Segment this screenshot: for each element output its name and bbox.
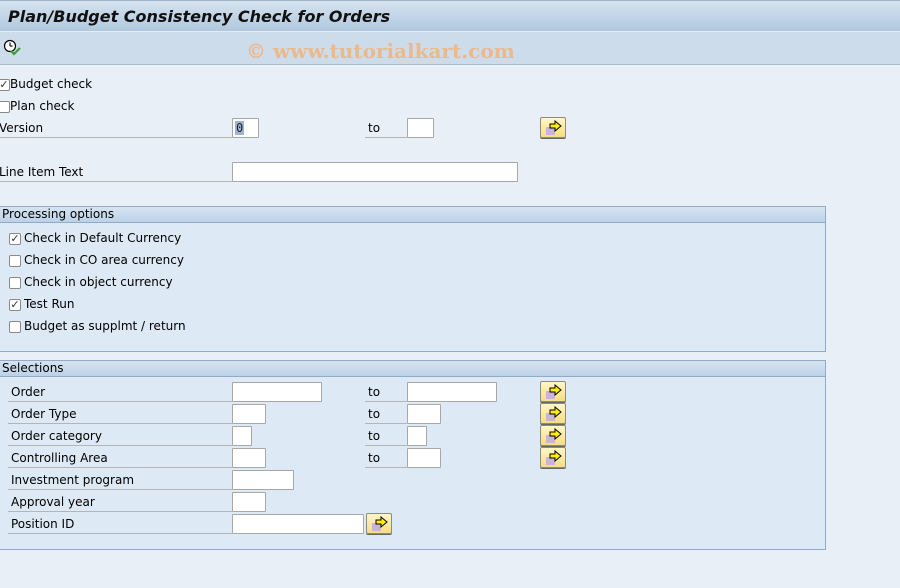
order-to-label: to xyxy=(368,385,381,399)
watermark: © www.tutorialkart.com xyxy=(246,39,515,63)
investment-program-label: Investment program xyxy=(11,473,135,487)
order-category-to-underline xyxy=(365,445,407,446)
selections-title: Selections xyxy=(2,361,64,375)
version-to-underline xyxy=(365,137,407,138)
order-type-to-label: to xyxy=(368,407,381,421)
version-from-field[interactable]: 0 xyxy=(232,118,259,138)
order-multiple-selection-button[interactable] xyxy=(540,381,566,402)
controlling-area-from-field[interactable] xyxy=(232,448,266,468)
order-from-field[interactable] xyxy=(232,382,322,402)
page-title: Plan/Budget Consistency Check for Orders xyxy=(8,7,391,26)
checkmark-icon: ✓ xyxy=(10,298,20,311)
co-area-currency-checkbox[interactable] xyxy=(9,255,21,267)
object-currency-label: Check in object currency xyxy=(24,275,173,289)
order-type-label: Order Type xyxy=(11,407,77,421)
processing-options-title: Processing options xyxy=(2,207,115,221)
approval-year-field[interactable] xyxy=(232,492,266,512)
controlling-area-to-label: to xyxy=(368,451,381,465)
multiple-selection-arrow-icon xyxy=(546,384,562,399)
order-type-from-field[interactable] xyxy=(232,404,266,424)
test-run-label: Test Run xyxy=(24,297,75,311)
investment-program-field[interactable] xyxy=(232,470,294,490)
multiple-selection-arrow-icon xyxy=(546,406,562,421)
order-underline xyxy=(8,401,232,402)
order-type-underline xyxy=(8,423,232,424)
multiple-selection-arrow-icon xyxy=(546,428,562,443)
position-id-field[interactable] xyxy=(232,514,364,534)
processing-options-header: Processing options xyxy=(0,207,825,223)
order-category-multiple-selection-button[interactable] xyxy=(540,425,566,446)
approval-year-label: Approval year xyxy=(11,495,95,509)
object-currency-checkbox[interactable] xyxy=(9,277,21,289)
position-id-label: Position ID xyxy=(11,517,75,531)
line-item-text-underline xyxy=(0,181,232,182)
title-bar: Plan/Budget Consistency Check for Orders xyxy=(0,0,900,32)
order-to-field[interactable] xyxy=(407,382,497,402)
investment-program-underline xyxy=(8,489,232,490)
plan-check-checkbox[interactable] xyxy=(0,101,10,113)
controlling-area-to-field[interactable] xyxy=(407,448,441,468)
controlling-area-underline xyxy=(8,467,232,468)
test-run-checkbox[interactable]: ✓ xyxy=(9,299,21,311)
order-type-multiple-selection-button[interactable] xyxy=(540,403,566,424)
selections-header: Selections xyxy=(0,361,825,377)
version-to-field[interactable] xyxy=(407,118,434,138)
line-item-text-label: Line Item Text xyxy=(0,165,84,179)
order-category-from-field[interactable] xyxy=(232,426,252,446)
order-to-underline xyxy=(365,401,407,402)
plan-check-label: Plan check xyxy=(10,99,75,113)
order-category-to-label: to xyxy=(368,429,381,443)
execute-clock-check-icon[interactable] xyxy=(3,38,21,56)
order-category-underline xyxy=(8,445,232,446)
line-item-text-field[interactable] xyxy=(232,162,518,182)
budget-supplement-label: Budget as supplmt / return xyxy=(24,319,186,333)
checkmark-icon: ✓ xyxy=(0,78,9,91)
version-underline xyxy=(0,137,232,138)
version-from-value: 0 xyxy=(235,121,245,135)
controlling-area-to-underline xyxy=(365,467,407,468)
approval-year-underline xyxy=(8,511,232,512)
version-multiple-selection-button[interactable] xyxy=(540,117,566,138)
order-category-label: Order category xyxy=(11,429,102,443)
position-id-underline xyxy=(8,533,232,534)
multiple-selection-arrow-icon xyxy=(546,120,562,135)
budget-check-checkbox[interactable]: ✓ xyxy=(0,79,10,91)
position-id-multiple-selection-button[interactable] xyxy=(366,513,392,534)
multiple-selection-arrow-icon xyxy=(546,450,562,465)
controlling-area-multiple-selection-button[interactable] xyxy=(540,447,566,468)
application-toolbar: © www.tutorialkart.com xyxy=(0,32,900,65)
co-area-currency-label: Check in CO area currency xyxy=(24,253,184,267)
order-type-to-field[interactable] xyxy=(407,404,441,424)
checkmark-icon: ✓ xyxy=(10,232,20,245)
default-currency-checkbox[interactable]: ✓ xyxy=(9,233,21,245)
version-to-label: to xyxy=(368,121,381,135)
budget-check-label: Budget check xyxy=(10,77,93,91)
multiple-selection-arrow-icon xyxy=(372,516,388,531)
order-label: Order xyxy=(11,385,46,399)
default-currency-label: Check in Default Currency xyxy=(24,231,182,245)
budget-supplement-checkbox[interactable] xyxy=(9,321,21,333)
order-category-to-field[interactable] xyxy=(407,426,427,446)
controlling-area-label: Controlling Area xyxy=(11,451,108,465)
order-type-to-underline xyxy=(365,423,407,424)
version-label: Version xyxy=(0,121,44,135)
